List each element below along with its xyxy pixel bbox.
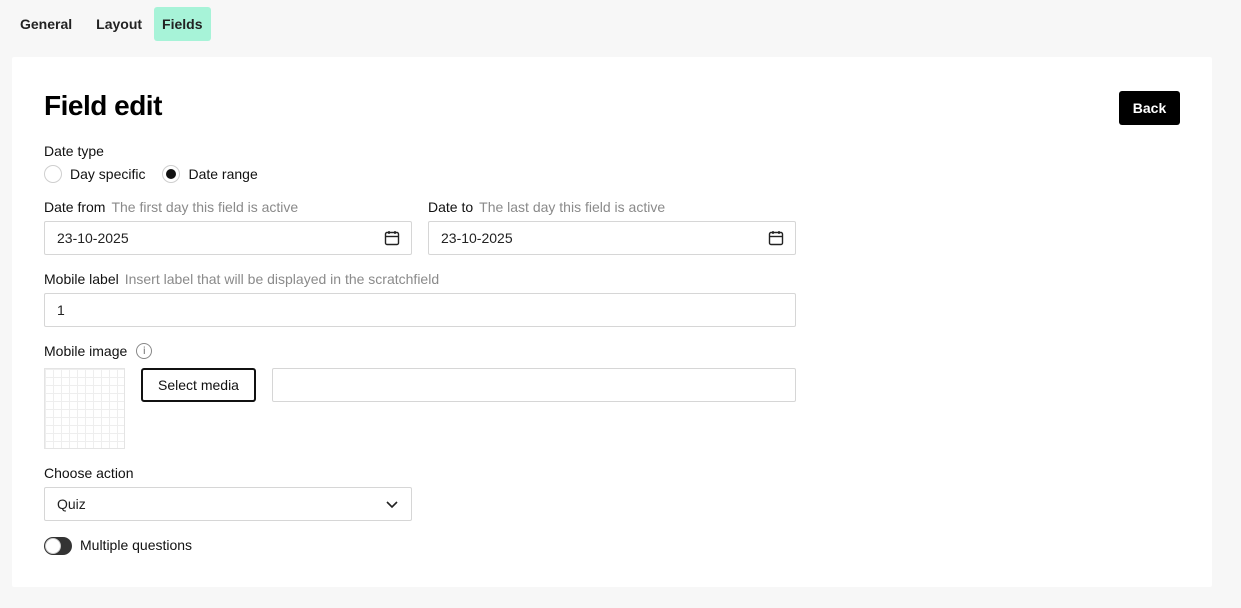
multiple-questions-toggle[interactable] xyxy=(44,537,72,555)
select-media-button[interactable]: Select media xyxy=(141,368,256,402)
radio-date-range[interactable]: Date range xyxy=(162,165,258,183)
date-type-radio-group: Day specific Date range xyxy=(44,165,275,183)
date-type-label: Date type xyxy=(44,143,104,159)
radio-button[interactable] xyxy=(162,165,181,183)
choose-action-label: Choose action xyxy=(44,465,134,481)
mobile-label-hint: Insert label that will be displayed in t… xyxy=(124,271,440,287)
calendar-icon[interactable] xyxy=(384,230,400,246)
mobile-label-label: Mobile label xyxy=(44,271,119,287)
mobile-label-row: Mobile label Insert label that will be di… xyxy=(44,271,439,289)
mobile-image-label-row: Mobile image i xyxy=(44,343,153,359)
mobile-image-label: Mobile image xyxy=(44,343,128,359)
radio-selected-dot xyxy=(166,169,177,179)
back-button[interactable]: Back xyxy=(1119,91,1180,125)
date-to-value: 23-10-2025 xyxy=(441,230,513,246)
date-from-label-row: Date from The first day this field is act… xyxy=(44,199,298,217)
info-icon[interactable]: i xyxy=(136,343,153,359)
date-to-label: Date to xyxy=(428,199,474,215)
date-from-value: 23-10-2025 xyxy=(57,230,129,246)
mobile-label-input[interactable]: 1 xyxy=(44,293,796,327)
date-to-hint: The last day this field is active xyxy=(479,199,666,215)
date-from-input[interactable]: 23-10-2025 xyxy=(44,221,412,255)
radio-label: Day specific xyxy=(70,166,146,182)
toggle-knob xyxy=(45,538,61,554)
radio-label: Date range xyxy=(188,166,258,182)
date-to-label-row: Date to The last day this field is active xyxy=(428,199,665,217)
media-path-input[interactable] xyxy=(272,368,796,402)
radio-button[interactable] xyxy=(44,165,62,183)
page-title: Field edit xyxy=(44,90,162,121)
choose-action-select[interactable]: Quiz xyxy=(44,487,412,521)
tab-fields[interactable]: Fields xyxy=(154,7,211,41)
tab-bar: General Layout Fields xyxy=(12,7,211,41)
tab-layout[interactable]: Layout xyxy=(88,7,150,41)
date-to-input[interactable]: 23-10-2025 xyxy=(428,221,796,255)
radio-day-specific[interactable]: Day specific xyxy=(44,165,145,183)
mobile-label-value: 1 xyxy=(57,302,65,318)
choose-action-value: Quiz xyxy=(57,496,86,512)
date-from-label: Date from xyxy=(44,199,106,215)
field-edit-card: Field edit Back Date type Day specific D… xyxy=(12,57,1212,587)
chevron-down-icon xyxy=(386,501,398,509)
media-preview-placeholder xyxy=(44,368,125,449)
tab-general[interactable]: General xyxy=(12,7,80,41)
multiple-questions-label: Multiple questions xyxy=(80,537,193,553)
date-from-hint: The first day this field is active xyxy=(111,199,299,215)
calendar-icon[interactable] xyxy=(768,230,784,246)
